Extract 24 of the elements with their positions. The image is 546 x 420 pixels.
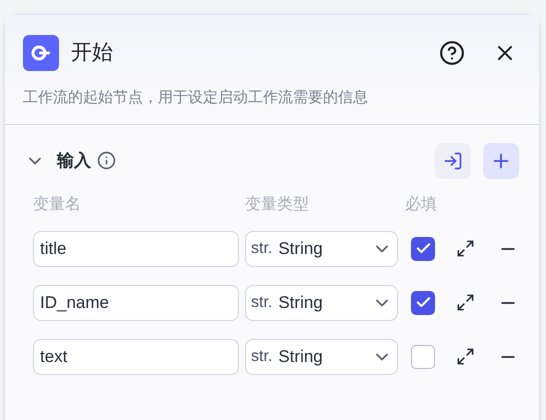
variable-type-select[interactable]: str. String [245, 338, 398, 374]
app-icon [23, 35, 59, 71]
column-header: 变量名 [33, 194, 82, 214]
variable-name-field[interactable]: title [33, 230, 239, 266]
expand-icon[interactable] [456, 293, 475, 312]
section-title: 输入 [57, 150, 91, 172]
variable-name-field[interactable]: text [33, 338, 239, 374]
variable-type-select[interactable]: str. String [245, 230, 398, 266]
help-icon[interactable] [439, 40, 465, 66]
import-icon [443, 150, 463, 170]
required-checkbox[interactable] [411, 344, 435, 368]
info-icon [97, 151, 116, 170]
required-checkbox[interactable] [411, 236, 435, 260]
column-header: 变量类型 [245, 194, 310, 214]
expand-icon[interactable] [456, 239, 475, 258]
node-description: 工作流的起始节点，用于设定启动工作流需要的信息 [23, 88, 369, 108]
column-header: 必填 [405, 194, 437, 214]
variable-type-select[interactable]: str. String [245, 284, 398, 320]
add-button[interactable] [483, 142, 519, 178]
node-title: 开始 [71, 40, 113, 66]
required-checkbox[interactable] [411, 290, 435, 314]
expand-icon[interactable] [456, 347, 475, 366]
import-button[interactable] [435, 142, 471, 178]
variable-name-field[interactable]: ID_name [33, 284, 239, 320]
